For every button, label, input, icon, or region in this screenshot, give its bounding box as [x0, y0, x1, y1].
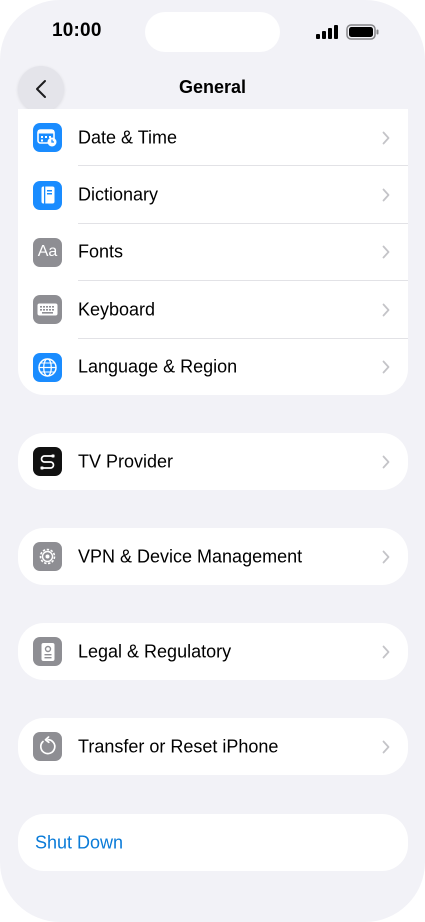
settings-group-legal: Legal & Regulatory	[18, 623, 408, 680]
keyboard-icon	[33, 295, 62, 325]
status-icons	[316, 22, 380, 42]
settings-row-date-time[interactable]: Date & Time	[18, 109, 408, 167]
page-title: General	[178, 77, 247, 97]
settings-group-transfer: Transfer or Reset iPhone	[18, 718, 408, 775]
settings-group-tv: TV Provider	[18, 433, 408, 490]
chevron-right-icon	[382, 740, 390, 753]
battery-icon	[346, 24, 379, 40]
cellular-signal-icon	[316, 25, 338, 39]
dynamic-island	[145, 12, 280, 52]
chevron-right-icon	[382, 645, 390, 658]
shut-down-button[interactable]: Shut Down	[18, 814, 408, 871]
chevron-right-icon	[382, 455, 390, 468]
status-time: 10:00	[52, 20, 102, 41]
fonts-icon-glyph: Aa	[37, 243, 58, 261]
chevron-right-icon	[382, 246, 390, 259]
settings-row-transfer-reset[interactable]: Transfer or Reset iPhone	[18, 718, 408, 775]
settings-row-label: Language & Region	[78, 356, 238, 377]
settings-group-main: Date & Time Dictionary Aa Fonts Keyboard…	[18, 109, 408, 395]
settings-row-label: VPN & Device Management	[78, 546, 303, 566]
settings-row-label: TV Provider	[78, 451, 174, 471]
chevron-right-icon	[382, 188, 390, 202]
settings-row-tv-provider[interactable]: TV Provider	[18, 433, 408, 490]
settings-row-language-region[interactable]: Language & Region	[18, 339, 408, 395]
globe-icon	[33, 352, 62, 382]
chevron-right-icon	[382, 303, 390, 317]
settings-row-label: Keyboard	[78, 299, 156, 320]
phone-screen: 10:00 General Date & Time Dictionary Aa …	[0, 0, 425, 922]
calendar-clock-icon	[33, 123, 62, 153]
settings-group-vpn: VPN & Device Management	[18, 528, 408, 585]
settings-row-dictionary[interactable]: Dictionary	[18, 166, 408, 224]
settings-row-legal-regulatory[interactable]: Legal & Regulatory	[18, 623, 408, 680]
settings-row-label: Transfer or Reset iPhone	[78, 736, 279, 756]
chevron-right-icon	[382, 550, 390, 563]
settings-row-keyboard[interactable]: Keyboard	[18, 281, 408, 339]
tv-provider-icon	[33, 447, 62, 476]
chevron-right-icon	[382, 360, 390, 374]
settings-row-label: Dictionary	[78, 184, 159, 205]
settings-row-label: Legal & Regulatory	[78, 641, 232, 661]
settings-row-fonts[interactable]: Aa Fonts	[18, 224, 408, 282]
settings-group-shutdown: Shut Down	[18, 814, 408, 871]
settings-row-label: Fonts	[78, 241, 124, 262]
chevron-right-icon	[382, 131, 390, 145]
legal-document-icon	[33, 637, 62, 666]
shut-down-label: Shut Down	[35, 832, 124, 852]
settings-row-label: Date & Time	[78, 127, 178, 148]
book-icon	[33, 180, 62, 210]
reset-arrow-icon	[33, 732, 62, 761]
settings-row-vpn-device-management[interactable]: VPN & Device Management	[18, 528, 408, 585]
gear-icon	[33, 542, 62, 571]
fonts-icon: Aa	[33, 237, 62, 267]
